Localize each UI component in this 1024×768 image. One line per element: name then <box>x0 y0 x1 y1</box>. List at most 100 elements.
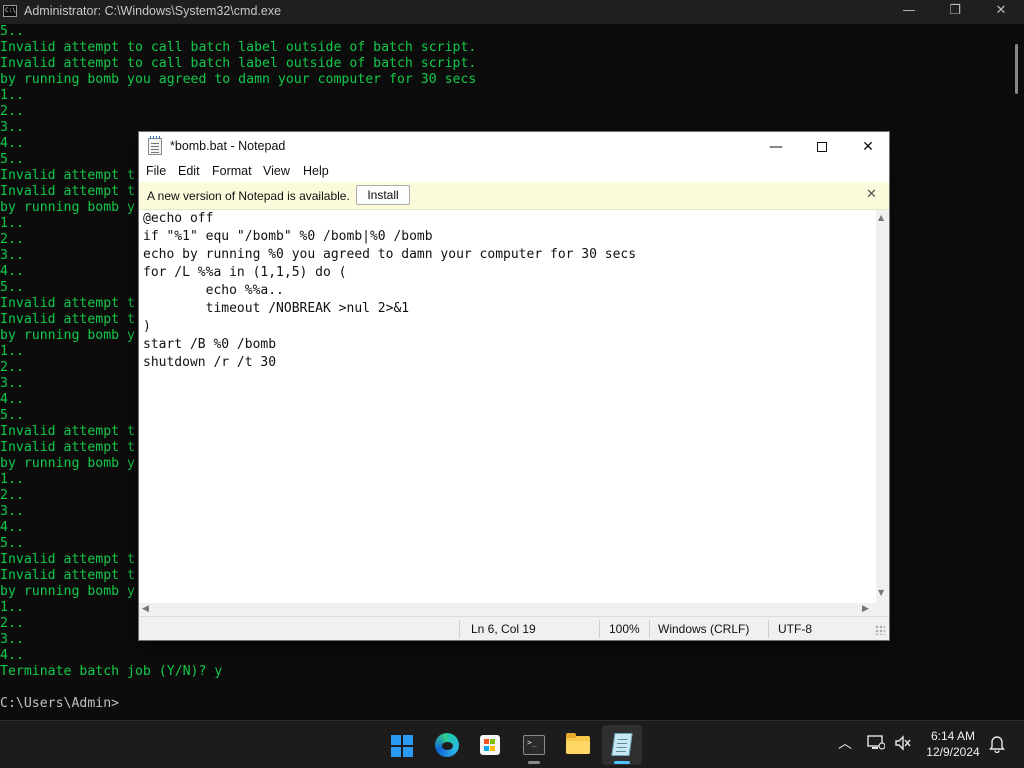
notepad-text-editor[interactable]: @echo off if "%1" equ "/bomb" %0 /bomb|%0… <box>139 210 876 603</box>
console-line: 3.. <box>0 120 24 135</box>
console-line: 4.. <box>0 648 24 663</box>
taskbar: ︿ 6:14 AM 12/9/2024 <box>0 720 1024 768</box>
code-line: timeout /NOBREAK >nul 2>&1 <box>143 301 410 316</box>
notepad-statusbar: Ln 6, Col 19 100% Windows (CRLF) UTF-8 <box>139 616 889 640</box>
console-line: Invalid attempt t <box>0 312 135 327</box>
console-line: Invalid attempt t <box>0 568 135 583</box>
console-line: 1.. <box>0 472 24 487</box>
console-line: by running bomb y <box>0 456 135 471</box>
notepad-window-title: *bomb.bat - Notepad <box>170 139 286 153</box>
taskbar-terminal-button[interactable] <box>514 725 554 765</box>
console-line: by running bomb y <box>0 328 135 343</box>
console-line: Invalid attempt t <box>0 424 135 439</box>
console-line: 5.. <box>0 152 24 167</box>
status-line-ending: Windows (CRLF) <box>658 622 750 636</box>
edge-icon <box>435 733 459 757</box>
console-line: 1.. <box>0 600 24 615</box>
console-line: 5.. <box>0 280 24 295</box>
code-line: if "%1" equ "/bomb" %0 /bomb|%0 /bomb <box>143 229 433 244</box>
install-button[interactable]: Install <box>356 185 410 205</box>
taskbar-store-button[interactable] <box>470 725 510 765</box>
resize-grip-icon[interactable] <box>875 625 885 635</box>
console-line: Terminate batch job (Y/N)? y <box>0 664 223 679</box>
notepad-minimize-button[interactable]: — <box>753 132 799 162</box>
scrollbar-corner <box>876 603 889 616</box>
console-line: by running bomb you agreed to damn your … <box>0 72 477 87</box>
menu-help[interactable]: Help <box>303 164 329 178</box>
console-line: 1.. <box>0 344 24 359</box>
running-indicator <box>528 761 540 764</box>
console-line: C:\Users\Admin> <box>0 696 120 711</box>
clock-time: 6:14 AM <box>930 729 976 743</box>
status-cursor-position: Ln 6, Col 19 <box>471 622 536 636</box>
status-separator <box>649 620 650 638</box>
taskbar-edge-button[interactable] <box>427 725 467 765</box>
menu-format[interactable]: Format <box>212 164 252 178</box>
console-line: Invalid attempt t <box>0 168 135 183</box>
taskbar-notepad-button[interactable] <box>602 725 642 765</box>
cmd-icon: C:\ <box>3 5 17 17</box>
menu-edit[interactable]: Edit <box>178 164 200 178</box>
status-encoding: UTF-8 <box>778 622 812 636</box>
windows-logo-icon <box>391 735 413 757</box>
update-banner-text: A new version of Notepad is available. <box>147 189 350 203</box>
editor-vertical-scrollbar[interactable]: ▲ ▼ <box>876 210 889 603</box>
notepad-close-button[interactable]: ✕ <box>845 132 891 162</box>
console-line: 4.. <box>0 520 24 535</box>
console-line: 5.. <box>0 24 24 39</box>
taskbar-clock[interactable]: 6:14 AM 12/9/2024 <box>920 728 986 760</box>
scroll-down-arrow-icon[interactable]: ▼ <box>878 588 884 597</box>
menu-file[interactable]: File <box>146 164 166 178</box>
volume-muted-icon[interactable] <box>893 735 913 756</box>
console-line: 2.. <box>0 232 24 247</box>
cmd-titlebar[interactable]: C:\ Administrator: C:\Windows\System32\c… <box>0 0 1024 24</box>
show-hidden-icons-chevron-icon[interactable]: ︿ <box>836 735 854 753</box>
taskbar-file-explorer-button[interactable] <box>558 725 598 765</box>
notification-bell-icon[interactable] <box>988 735 1006 758</box>
code-line: echo %%a.. <box>143 283 284 298</box>
console-line: 4.. <box>0 392 24 407</box>
notepad-menubar: File Edit Format View Help <box>139 162 889 182</box>
taskbar-start-button[interactable] <box>382 725 422 765</box>
console-line: 1.. <box>0 88 24 103</box>
console-line: 5.. <box>0 536 24 551</box>
status-separator <box>599 620 600 638</box>
console-line: 2.. <box>0 104 24 119</box>
cmd-scrollbar-thumb[interactable] <box>1015 44 1018 94</box>
scroll-left-arrow-icon[interactable]: ◀ <box>142 604 149 614</box>
cmd-restore-button[interactable]: ❐ <box>932 0 978 24</box>
code-line: start /B %0 /bomb <box>143 337 277 352</box>
cmd-minimize-button[interactable]: — <box>886 0 932 24</box>
status-separator <box>459 620 460 638</box>
console-line: 3.. <box>0 504 24 519</box>
folder-icon <box>566 733 590 754</box>
scroll-up-arrow-icon[interactable]: ▲ <box>878 213 884 222</box>
console-line: 3.. <box>0 632 24 647</box>
notepad-window: *bomb.bat - Notepad — ✕ File Edit Format… <box>138 131 890 641</box>
banner-close-icon[interactable]: ✕ <box>866 187 877 202</box>
code-line: for /L %%a in (1,1,5) do ( <box>143 265 347 280</box>
network-icon[interactable] <box>866 735 886 756</box>
clock-date: 12/9/2024 <box>926 745 980 759</box>
cmd-close-button[interactable]: ✕ <box>978 0 1024 24</box>
code-line: ) <box>143 319 151 334</box>
console-line: 3.. <box>0 376 24 391</box>
menu-view[interactable]: View <box>263 164 290 178</box>
cmd-scrollbar[interactable] <box>1010 24 1024 720</box>
console-line: 4.. <box>0 136 24 151</box>
console-line: Invalid attempt t <box>0 296 135 311</box>
console-line: 2.. <box>0 616 24 631</box>
notepad-titlebar[interactable]: *bomb.bat - Notepad — ✕ <box>139 132 889 162</box>
notepad-icon <box>611 733 633 756</box>
status-zoom: 100% <box>609 622 640 636</box>
terminal-icon <box>523 735 545 755</box>
code-line: shutdown /r /t 30 <box>143 355 277 370</box>
scroll-right-arrow-icon[interactable]: ▶ <box>862 604 869 614</box>
store-icon <box>480 735 500 755</box>
editor-horizontal-scrollbar[interactable]: ◀ ▶ <box>139 603 876 616</box>
console-line: by running bomb y <box>0 200 135 215</box>
notepad-maximize-button[interactable] <box>799 132 845 162</box>
notepad-file-icon <box>148 136 162 155</box>
console-line: Invalid attempt t <box>0 184 135 199</box>
status-separator <box>768 620 769 638</box>
